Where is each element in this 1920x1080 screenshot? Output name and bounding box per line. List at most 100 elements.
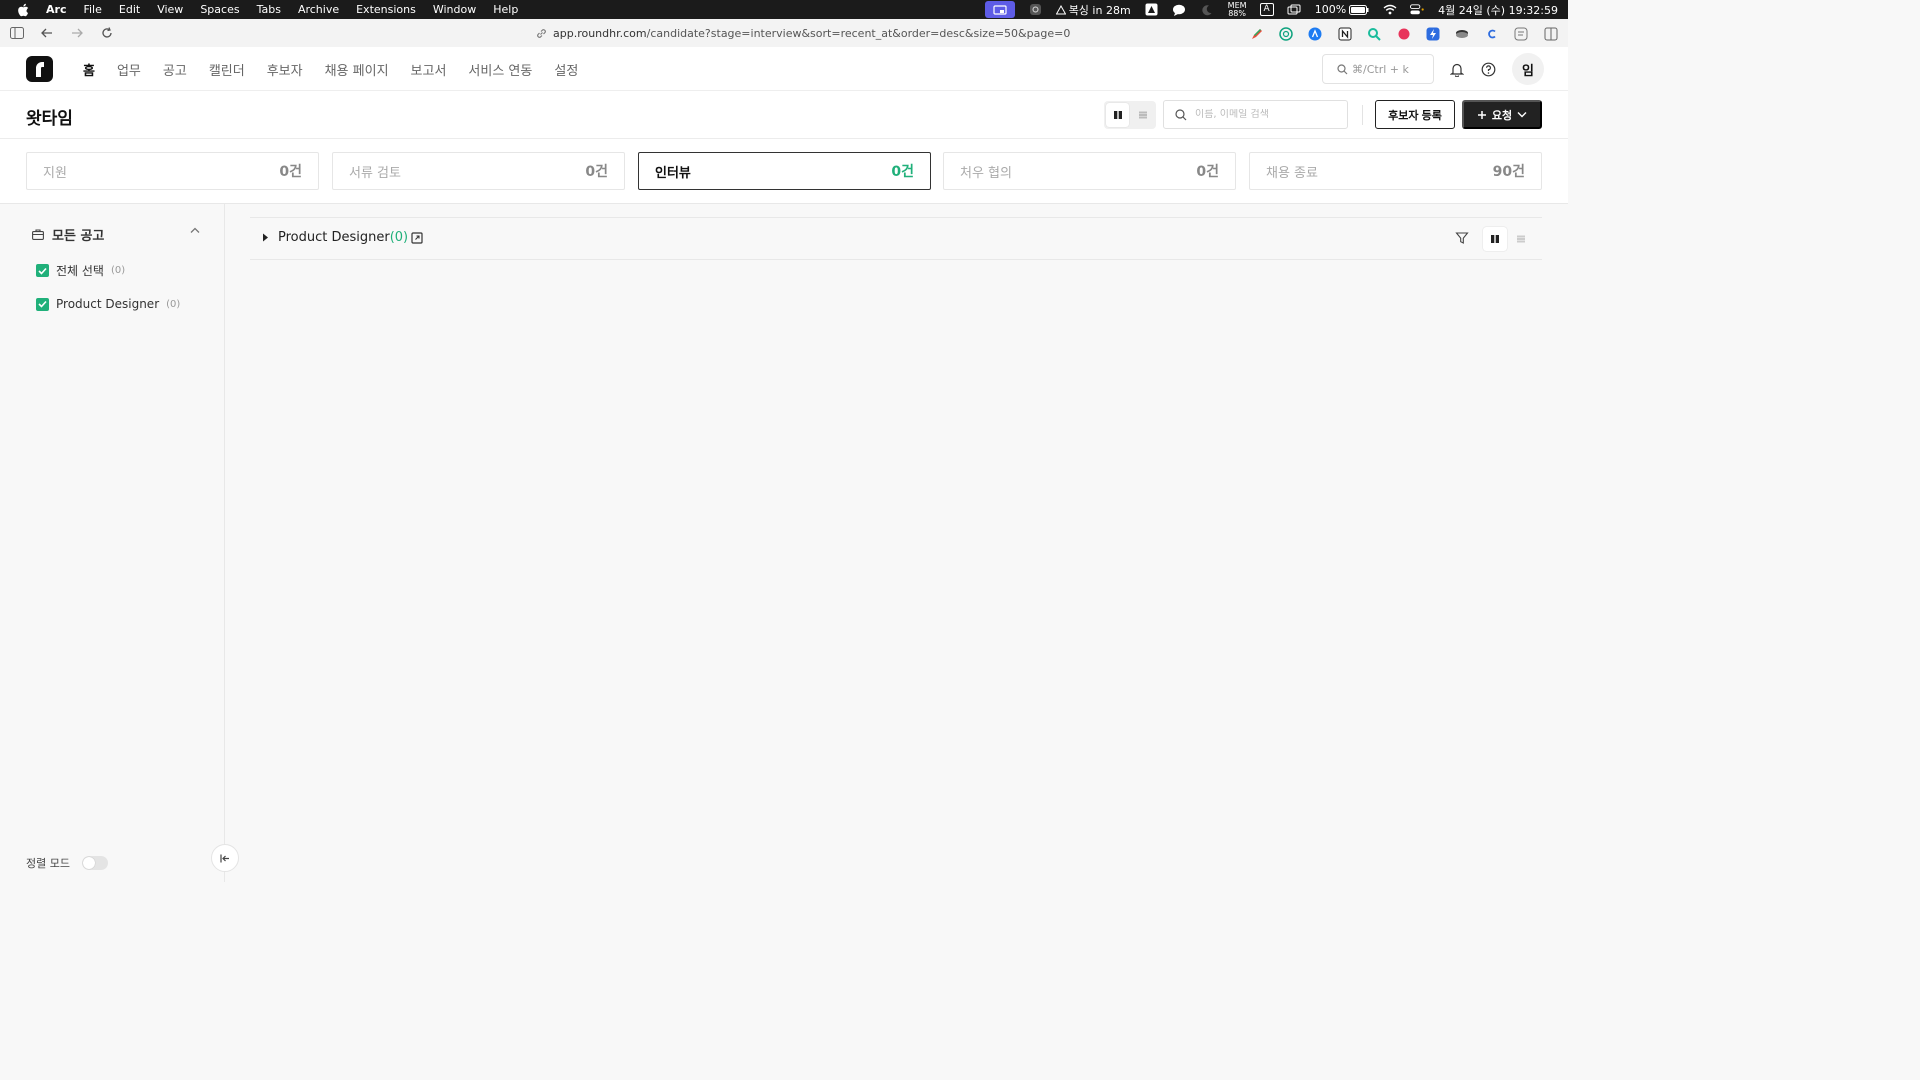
- select-all-checkbox[interactable]: 전체 선택 (0): [36, 262, 125, 279]
- extension-bowl-icon[interactable]: [1455, 26, 1469, 40]
- battery-text: 100%: [1314, 3, 1347, 16]
- job-count: (0): [166, 298, 181, 310]
- board-view-button[interactable]: [1106, 103, 1129, 127]
- sidebar-toggle-icon[interactable]: [9, 25, 25, 41]
- stage-count: 90건: [1492, 164, 1525, 180]
- link-icon: [537, 28, 546, 38]
- nav-candidates[interactable]: 후보자: [267, 60, 303, 79]
- input-source-indicator[interactable]: A: [1259, 3, 1274, 16]
- toolbar-divider: [1362, 105, 1363, 125]
- nav-tasks[interactable]: 업무: [117, 60, 141, 79]
- menu-file[interactable]: File: [83, 3, 101, 16]
- job-checkbox-product-designer[interactable]: Product Designer (0): [36, 297, 180, 311]
- job-label: Product Designer: [56, 297, 160, 311]
- external-link-icon[interactable]: [411, 232, 423, 244]
- nav-integrations[interactable]: 서비스 연동: [468, 60, 532, 79]
- menu-edit[interactable]: Edit: [119, 3, 140, 16]
- list-view-icon: [1138, 111, 1147, 119]
- job-candidate-count: (0): [389, 230, 409, 245]
- reminder-status[interactable]: 복싱 in 28m: [1055, 2, 1131, 18]
- datetime[interactable]: 4월 24일 (수) 19:32:59: [1438, 2, 1558, 18]
- control-center-icon[interactable]: [1410, 2, 1425, 17]
- request-button[interactable]: 요청: [1462, 100, 1542, 129]
- forward-arrow-icon[interactable]: [69, 25, 85, 41]
- stage-document-review[interactable]: 서류 검토 0건: [332, 152, 625, 190]
- nav-calendar[interactable]: 캘린더: [209, 60, 245, 79]
- menu-archive[interactable]: Archive: [298, 3, 339, 16]
- menu-tabs[interactable]: Tabs: [257, 3, 281, 16]
- all-jobs-header[interactable]: 모든 공고: [32, 226, 200, 244]
- back-arrow-icon[interactable]: [39, 25, 55, 41]
- record-icon[interactable]: [1028, 2, 1043, 17]
- board-view-icon: [1491, 235, 1499, 243]
- chat-icon[interactable]: [1172, 2, 1187, 17]
- list-view-button[interactable]: [1131, 103, 1154, 127]
- stage-closed[interactable]: 채용 종료 90건: [1249, 152, 1542, 190]
- nav-career-page[interactable]: 채용 페이지: [325, 60, 389, 79]
- menu-view[interactable]: View: [157, 3, 183, 16]
- group-board-view-button[interactable]: [1483, 227, 1507, 251]
- apple-icon[interactable]: [16, 3, 30, 17]
- nav-jobs[interactable]: 공고: [163, 60, 187, 79]
- nav-settings[interactable]: 설정: [554, 60, 578, 79]
- bell-icon[interactable]: [1448, 60, 1466, 78]
- browser-toolbar: app.roundhr.com/candidate?stage=intervie…: [0, 19, 1568, 47]
- extension-bolt-icon[interactable]: [1426, 26, 1440, 41]
- extension-record-icon[interactable]: [1397, 26, 1411, 40]
- stage-label: 인터뷰: [655, 165, 691, 181]
- extension-notion-icon[interactable]: [1338, 26, 1352, 41]
- page-title: 왓타임: [26, 109, 73, 129]
- nav-home[interactable]: 홈: [83, 60, 95, 79]
- extension-openai-icon[interactable]: [1279, 26, 1293, 41]
- moon-icon[interactable]: [1200, 2, 1215, 17]
- select-all-label: 전체 선택: [56, 264, 104, 278]
- command-search[interactable]: ⌘/Ctrl + k: [1322, 54, 1434, 84]
- sort-mode-toggle[interactable]: [81, 856, 108, 870]
- view-mode-toggle: [1104, 101, 1156, 129]
- split-view-icon[interactable]: [1544, 26, 1558, 41]
- menu-extensions[interactable]: Extensions: [356, 3, 416, 16]
- stage-applied[interactable]: 지원 0건: [26, 152, 319, 190]
- extension-pencil-icon[interactable]: [1250, 26, 1264, 40]
- nav-reports[interactable]: 보고서: [411, 60, 447, 79]
- extension-appstore-icon[interactable]: [1308, 26, 1322, 41]
- register-candidate-button[interactable]: 후보자 등록: [1375, 100, 1455, 129]
- search-icon: [1175, 108, 1187, 120]
- app-header: 홈 업무 공고 캘린더 후보자 채용 페이지 보고서 서비스 연동 설정 ⌘/C…: [0, 47, 1568, 91]
- app-a-icon[interactable]: [1144, 2, 1159, 17]
- menu-arc[interactable]: Arc: [46, 3, 66, 16]
- extension-search-icon[interactable]: [1367, 26, 1381, 41]
- stage-offer-negotiation[interactable]: 처우 협의 0건: [943, 152, 1236, 190]
- stage-count: 0건: [279, 164, 302, 180]
- candidate-search-input[interactable]: [1195, 109, 1345, 120]
- memory-status[interactable]: MEM 88%: [1228, 1, 1247, 18]
- collapse-sidebar-button[interactable]: [211, 844, 239, 872]
- screen-share-icon[interactable]: [984, 1, 1015, 18]
- filter-icon[interactable]: [1455, 231, 1469, 245]
- wifi-icon[interactable]: [1382, 2, 1397, 17]
- user-avatar[interactable]: 임: [1512, 53, 1544, 85]
- chevron-up-icon[interactable]: [190, 227, 200, 234]
- job-group-title[interactable]: Product Designer(0): [278, 230, 408, 245]
- battery-status[interactable]: 100%: [1315, 3, 1369, 16]
- battery-icon: [1349, 4, 1369, 15]
- menu-window[interactable]: Window: [433, 3, 476, 16]
- stage-interview[interactable]: 인터뷰 0건: [638, 152, 931, 190]
- extension-c-icon[interactable]: [1485, 26, 1499, 40]
- group-list-view-button[interactable]: [1509, 227, 1533, 251]
- extension-reader-icon[interactable]: [1514, 26, 1528, 41]
- url-bar[interactable]: app.roundhr.com/candidate?stage=intervie…: [536, 25, 1070, 41]
- stage-count: 0건: [1196, 164, 1219, 180]
- windows-icon[interactable]: [1287, 2, 1302, 17]
- roundhr-logo[interactable]: [26, 56, 53, 82]
- memory-value: 88%: [1228, 8, 1246, 18]
- caret-right-icon[interactable]: [262, 233, 269, 242]
- help-icon[interactable]: [1479, 60, 1497, 78]
- reload-icon[interactable]: [99, 25, 115, 41]
- menu-help[interactable]: Help: [493, 3, 518, 16]
- request-button-label: 요청: [1491, 109, 1513, 122]
- all-jobs-title: 모든 공고: [52, 228, 105, 244]
- stage-filter-bar: 지원 0건 서류 검토 0건 인터뷰 0건 처우 협의 0건 채용 종료 90건: [0, 139, 1568, 204]
- menu-spaces[interactable]: Spaces: [200, 3, 239, 16]
- job-filter-sidebar: 모든 공고 전체 선택 (0) Product Designer (0) 정렬 …: [0, 204, 225, 882]
